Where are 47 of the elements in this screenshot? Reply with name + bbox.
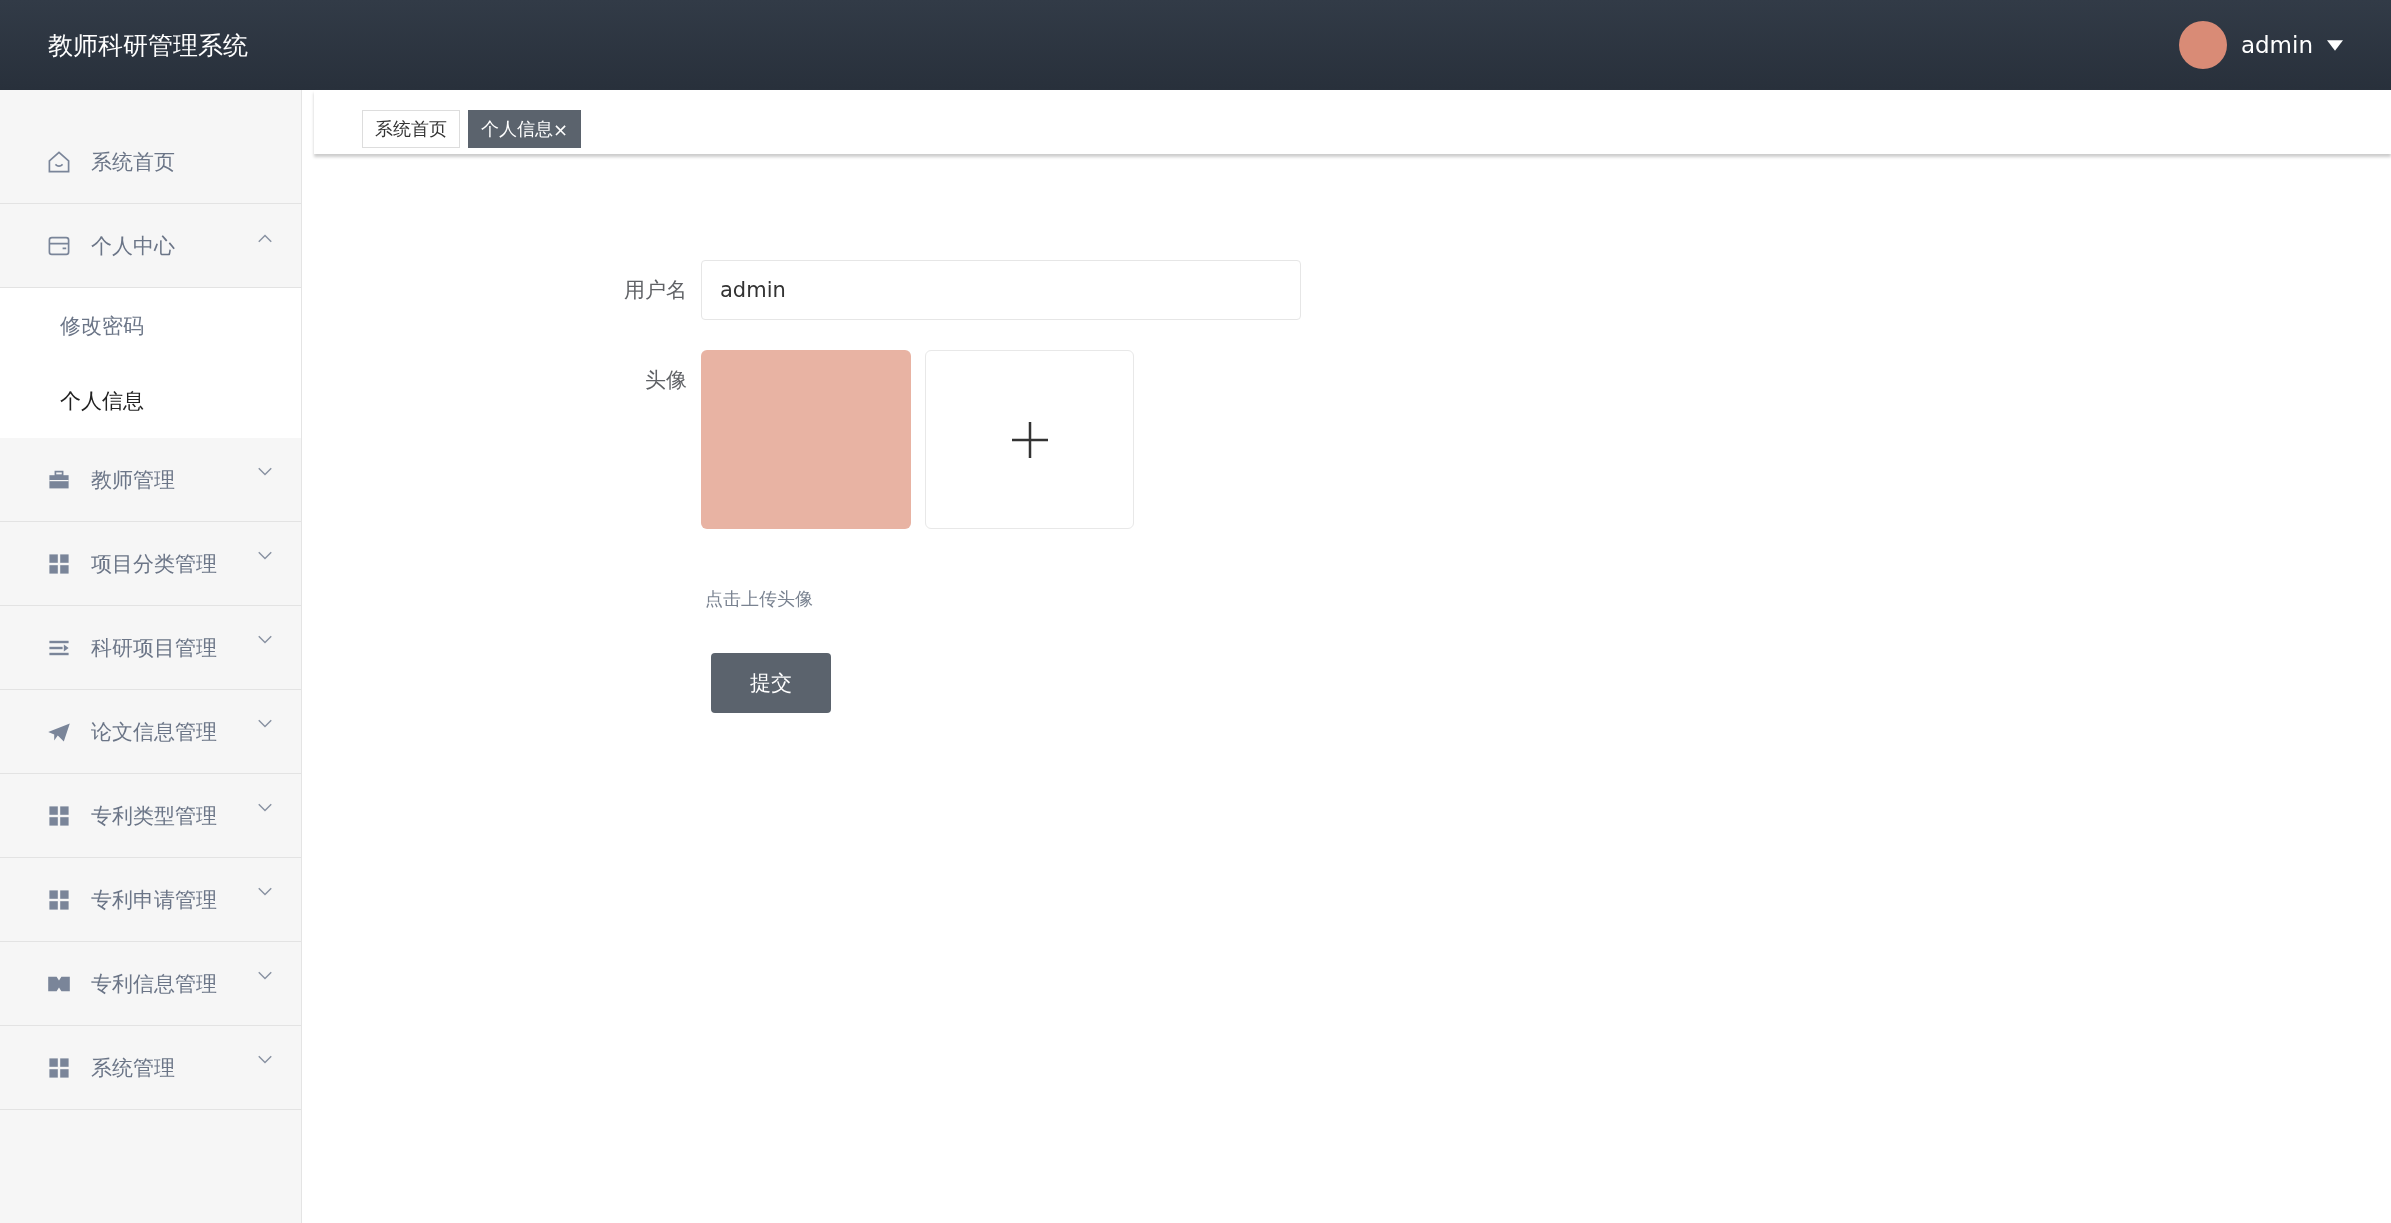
home-icon [47, 149, 71, 174]
chevron-down-icon [257, 886, 273, 897]
field-label: 头像 [644, 367, 687, 394]
chevron-down-icon [257, 802, 273, 813]
menu-label: 系统首页 [91, 148, 176, 176]
app-title: 教师科研管理系统 [48, 29, 248, 62]
menu-item[interactable]: 科研项目管理 [0, 606, 301, 690]
field-label: 用户名 [623, 277, 687, 304]
chevron-up-icon [257, 232, 273, 243]
menu-item[interactable]: 教师管理 [0, 438, 301, 522]
menu-item[interactable]: 专利申请管理 [0, 858, 301, 942]
chevron-down-icon [257, 466, 273, 477]
tab[interactable]: 个人信息× [468, 110, 582, 148]
submit-button[interactable]: 提交 [711, 653, 831, 713]
grid-icon [47, 803, 71, 828]
menu-label: 科研项目管理 [91, 634, 218, 662]
menu-label: 专利类型管理 [91, 802, 218, 830]
grid-icon [47, 551, 71, 576]
menu-item[interactable]: 项目分类管理 [0, 522, 301, 606]
menu-item[interactable]: 系统首页 [0, 90, 301, 204]
chevron-down-icon [257, 718, 273, 729]
tab[interactable]: 系统首页 [362, 110, 460, 148]
chevron-down-icon [257, 634, 273, 645]
user-name[interactable]: admin [2240, 32, 2313, 58]
menu-label: 教师管理 [91, 466, 176, 494]
menu-item[interactable]: 系统管理 [0, 1026, 301, 1110]
submenu-item[interactable]: 个人信息 [0, 363, 301, 438]
chevron-down-icon [257, 970, 273, 981]
menu-label: 专利信息管理 [91, 970, 218, 998]
menu-item[interactable]: 专利信息管理 [0, 942, 301, 1026]
menu-label: 系统管理 [91, 1054, 176, 1082]
menu-item[interactable]: 论文信息管理 [0, 690, 301, 774]
user-avatar[interactable] [2178, 21, 2227, 69]
menu-label: 项目分类管理 [91, 550, 218, 578]
menu-label: 专利申请管理 [91, 886, 218, 914]
username-field[interactable]: admin [701, 260, 1301, 320]
chevron-down-icon [257, 1054, 273, 1065]
grid-icon [47, 887, 71, 912]
chevron-down-icon [257, 550, 273, 561]
menu-item[interactable]: 专利类型管理 [0, 774, 301, 858]
submenu-item[interactable]: 修改密码 [0, 288, 301, 363]
upload-hint: 点击上传头像 [705, 587, 814, 611]
grid-icon [47, 1055, 71, 1080]
menu-label: 论文信息管理 [91, 718, 218, 746]
menu-label: 个人中心 [91, 232, 176, 260]
plus-icon [1009, 419, 1050, 460]
caret-icon[interactable] [2327, 39, 2343, 51]
